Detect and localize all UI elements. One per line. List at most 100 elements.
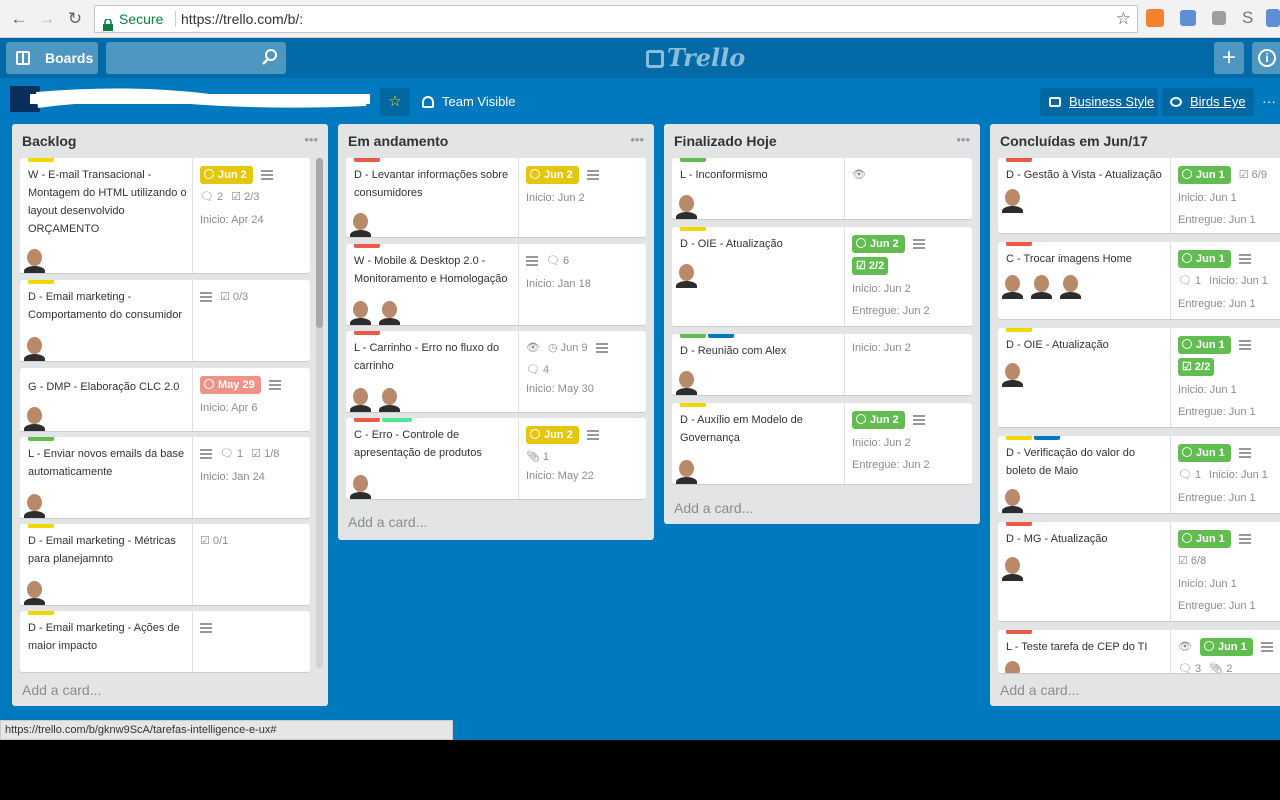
avatar[interactable] (346, 383, 375, 412)
avatar[interactable] (346, 208, 375, 237)
trello-logo[interactable]: Trello (646, 44, 745, 72)
due-date-badge[interactable]: Jun 1 (1199, 638, 1253, 657)
card[interactable]: W - E-mail Transacional - Montagem do HT… (20, 158, 310, 274)
avatar[interactable] (998, 358, 1027, 387)
avatar[interactable] (1027, 270, 1056, 299)
s-extension-icon[interactable]: S (1242, 9, 1260, 27)
card[interactable]: D - Email marketing - Ações de maior imp… (20, 611, 310, 673)
due-date-badge[interactable]: Jun 2 (526, 426, 579, 445)
list-title[interactable]: Em andamento (348, 133, 448, 149)
birds-eye-button[interactable]: Birds Eye (1162, 88, 1254, 116)
avatar[interactable] (672, 190, 701, 219)
team-visible-button[interactable]: Team Visible (422, 94, 515, 109)
avatar[interactable] (375, 383, 404, 412)
avatar[interactable] (20, 489, 49, 518)
list-menu-icon[interactable]: ••• (304, 132, 318, 147)
search-input[interactable] (106, 42, 286, 74)
due-date-badge[interactable]: Jun 1 (1178, 166, 1231, 185)
avatar[interactable] (998, 484, 1027, 513)
horizontal-scrollbar[interactable] (0, 754, 712, 768)
card[interactable]: D - OIE - Atualização Jun 2 ☑ 2/2 Inicio… (672, 227, 972, 327)
card-divider (192, 437, 193, 518)
due-date-badge[interactable]: Jun 1 (1178, 336, 1231, 355)
board-menu-button[interactable]: ··· (1262, 93, 1276, 109)
card[interactable]: D - Levantar informações sobre consumido… (346, 158, 646, 238)
bookmark-star-icon[interactable]: ☆ (1116, 6, 1131, 32)
back-icon[interactable]: ← (8, 8, 30, 30)
card[interactable]: D - Verificação do valor do boleto de Ma… (998, 436, 1280, 514)
scroll-thumb[interactable] (316, 158, 323, 328)
list-title[interactable]: Backlog (22, 133, 76, 149)
address-bar[interactable]: Secure https://trello.com/b/: ☆ (94, 5, 1138, 33)
due-date: Jun 2 (870, 238, 899, 251)
card[interactable]: D - Auxílio em Modelo de Governança Jun … (672, 403, 972, 485)
card[interactable]: L - Inconformismo 👁︎ (672, 158, 972, 220)
add-card-button[interactable]: Add a card... (22, 682, 101, 698)
card[interactable]: D - Email marketing - Métricas para plan… (20, 524, 310, 606)
avatar[interactable] (375, 296, 404, 325)
due-date-badge[interactable]: Jun 1 (1178, 250, 1231, 269)
add-card-button[interactable]: Add a card... (348, 514, 427, 530)
due-date-badge[interactable]: Jun 1 (1178, 530, 1231, 549)
due-date-badge[interactable]: Jun 2 (852, 235, 905, 254)
business-style-button[interactable]: Business Style (1040, 88, 1158, 116)
extension-icon[interactable] (1180, 10, 1196, 26)
add-card-button[interactable]: Add a card... (1000, 682, 1079, 698)
list-title[interactable]: Concluídas em Jun/17 (1000, 133, 1148, 149)
star-board-button[interactable]: ☆ (380, 88, 410, 116)
avatar[interactable] (20, 332, 49, 361)
card[interactable]: W - Mobile & Desktop 2.0 - Monitoramento… (346, 244, 646, 326)
card-members (346, 296, 404, 325)
card[interactable]: D - Email marketing - Comportamento do c… (20, 280, 310, 362)
avatar[interactable] (998, 184, 1027, 213)
due-date-badge[interactable]: Jun 1 (1178, 444, 1231, 463)
avatar[interactable] (672, 366, 701, 395)
add-card-button[interactable]: Add a card... (674, 500, 753, 516)
list-title[interactable]: Finalizado Hoje (674, 133, 777, 149)
avatar[interactable] (20, 244, 49, 273)
card-title: D - Auxílio em Modelo de Governança (680, 414, 803, 444)
analytics-extension-icon[interactable] (1146, 9, 1164, 27)
due-date-badge[interactable]: Jun 2 (852, 411, 905, 430)
card[interactable]: C - Erro - Controle de apresentação de p… (346, 418, 646, 500)
list-scrollbar[interactable] (316, 158, 323, 668)
comments-count: 4 (543, 364, 550, 377)
card-members (20, 332, 49, 361)
reload-icon[interactable]: ↻ (64, 8, 86, 30)
extension-icon[interactable] (1212, 11, 1226, 25)
avatar[interactable] (346, 470, 404, 499)
add-button[interactable]: + (1214, 42, 1244, 74)
avatar[interactable] (20, 402, 49, 431)
card[interactable]: L - Teste tarefa de CEP do TI 👁︎ Jun 1 🗨︎… (998, 630, 1280, 674)
avatar[interactable] (346, 296, 375, 325)
due-date-badge[interactable]: Jun 2 (200, 166, 253, 185)
card[interactable]: L - Carrinho - Erro no fluxo do carrinho… (346, 331, 646, 413)
forward-icon[interactable]: → (36, 8, 58, 30)
card[interactable]: D - OIE - Atualização Jun 1 ☑ 2/2 Inicio… (998, 328, 1280, 428)
clock-icon (1182, 169, 1192, 180)
due-date-badge[interactable]: Jun 2 (526, 166, 579, 185)
card[interactable]: D - Reunião com Alex Inicio: Jun 2 (672, 334, 972, 396)
card[interactable]: C - Trocar imagens Home Jun 1 🗨︎ 1 Inicio… (998, 242, 1280, 320)
card[interactable]: D - Gestão à Vista - Atualização Jun 1 ☑ … (998, 158, 1280, 234)
list-menu-icon[interactable]: ••• (630, 132, 644, 147)
card-badges: Jun 1 🗨︎ 1 Inicio: Jun 1 Entregue: Jun 1 (1178, 248, 1280, 310)
card[interactable]: D - MG - Atualização Jun 1 ☑ 6/8 Inicio:… (998, 522, 1280, 622)
extension-icon[interactable] (1266, 9, 1280, 27)
avatar[interactable] (672, 455, 701, 484)
avatar[interactable] (672, 259, 701, 288)
card[interactable]: G - DMP - Elaboração CLC 2.0 May 29 Inic… (20, 368, 310, 432)
boards-button[interactable]: Boards (6, 42, 98, 74)
list-menu-icon[interactable]: ••• (956, 132, 970, 147)
avatar[interactable] (20, 576, 49, 605)
info-button[interactable]: i (1252, 42, 1280, 74)
due-date-badge[interactable]: May 29 (200, 376, 261, 395)
avatar[interactable] (1056, 270, 1085, 299)
avatar[interactable] (998, 656, 1027, 673)
avatar[interactable] (998, 552, 1027, 581)
card-labels (354, 331, 382, 335)
board-title[interactable] (10, 86, 370, 112)
due-date-badge[interactable]: ◷ Jun 9 (548, 339, 588, 357)
card[interactable]: L - Enviar novos emails da base automati… (20, 437, 310, 519)
avatar[interactable] (998, 270, 1027, 299)
